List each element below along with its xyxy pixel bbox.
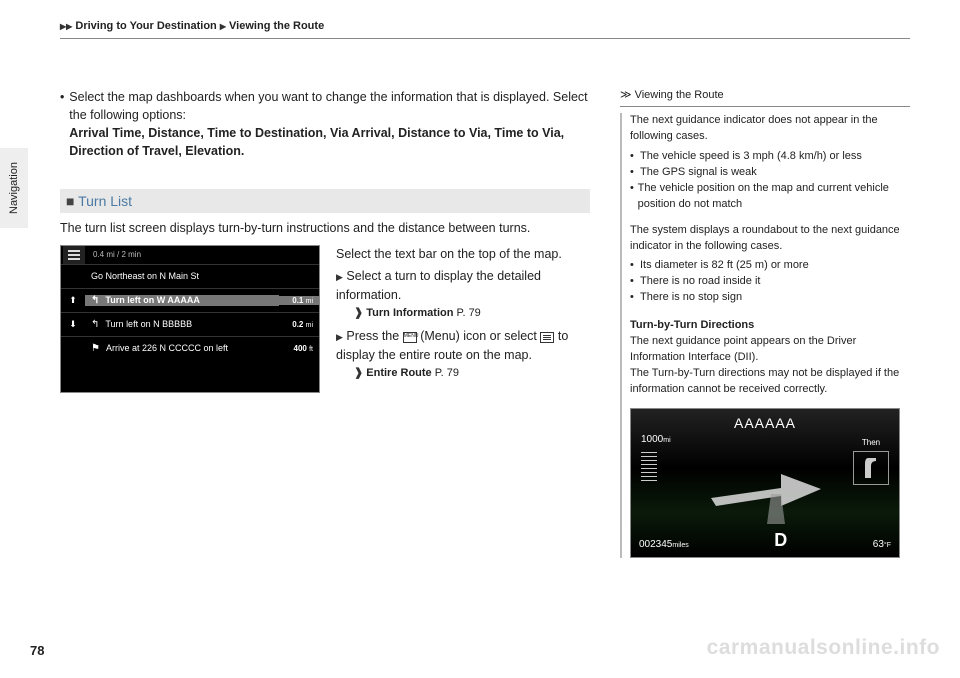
list-inline-icon xyxy=(540,332,554,343)
dii-title: AAAAAA xyxy=(631,413,899,433)
up-arrow-icon: ⬆ xyxy=(61,295,85,306)
step-arrow-icon: ▶ xyxy=(336,332,343,342)
turn-list-timing: 0.4 mi / 2 min xyxy=(93,250,141,259)
breadcrumb-arrow-icon: ▶ xyxy=(220,22,226,31)
sidebar-c1: Its diameter is 82 ft (25 m) or more xyxy=(640,258,809,274)
sidebar-title: Viewing the Route xyxy=(635,89,724,101)
turn-list-row-3-distance: 0.2 mi xyxy=(279,320,319,329)
turn-list-row-4: ⚑ Arrive at 226 N CCCCC on left xyxy=(85,343,279,354)
sidebar-heading-marker-icon: ≫ xyxy=(620,89,632,101)
breadcrumb-item-2: Viewing the Route xyxy=(229,20,324,32)
dii-odometer: 002345miles xyxy=(639,538,689,553)
sidebar-bullet-2: The GPS signal is weak xyxy=(640,165,757,181)
bullet-icon: • xyxy=(630,274,640,290)
sidebar-bullet-3: The vehicle position on the map and curr… xyxy=(638,181,910,213)
menu-inline-icon: MENU xyxy=(403,332,417,343)
sidebar-p2: The system displays a roundabout to the … xyxy=(630,223,910,255)
instruction-select-turn: Select a turn to display the detailed in… xyxy=(336,269,541,302)
step-arrow-icon: ▶ xyxy=(336,272,343,282)
dii-turn-arrow-icon xyxy=(711,454,831,524)
sidebar-bullet-1: The vehicle speed is 3 mph (4.8 km/h) or… xyxy=(640,149,862,165)
side-tab-navigation: Navigation xyxy=(0,148,28,228)
turn-list-row-2: ↰ Turn left on W AAAAA xyxy=(85,295,279,306)
turn-list-intro: The turn list screen displays turn-by-tu… xyxy=(60,219,590,237)
destination-icon: ⚑ xyxy=(91,343,100,354)
dii-gear: D xyxy=(774,527,787,553)
section-marker-icon: ■ xyxy=(66,193,74,209)
turn-list-row-4-distance: 400 ft xyxy=(279,344,319,353)
watermark: carmanualsonline.info xyxy=(707,636,940,660)
dii-temperature: 63°F xyxy=(873,538,891,553)
turn-list-row-1: Go Northeast on N Main St xyxy=(85,271,279,281)
dii-then-box: Then xyxy=(853,437,889,485)
turn-left-icon: ↰ xyxy=(91,319,99,330)
link-arrow-icon: ❱ xyxy=(354,367,363,379)
ref-entire-route: Entire Route xyxy=(366,367,431,379)
turn-left-icon: ↰ xyxy=(91,295,99,306)
instruction-press-menu-a: Press the xyxy=(346,329,399,343)
instruction-press-menu-b: (Menu) icon or select xyxy=(420,329,537,343)
down-arrow-icon: ⬇ xyxy=(61,319,85,330)
bullet-icon: • xyxy=(60,88,69,161)
bullet-icon: • xyxy=(630,290,640,306)
bullet-icon: • xyxy=(630,258,640,274)
ref-turn-information: Turn Information xyxy=(366,307,453,319)
bullet-icon: • xyxy=(630,165,640,181)
sidebar-subheading: Turn-by-Turn Directions xyxy=(630,318,910,334)
dashboard-instruction: Select the map dashboards when you want … xyxy=(69,90,587,122)
turn-list-screenshot: 0.4 mi / 2 min Go Northeast on N Main St… xyxy=(60,245,320,393)
bullet-icon: • xyxy=(630,149,640,165)
breadcrumb: ▶▶ Driving to Your Destination ▶ Viewing… xyxy=(60,20,910,39)
link-arrow-icon: ❱ xyxy=(354,307,363,319)
sidebar-p3: The next guidance point appears on the D… xyxy=(630,334,910,366)
dii-then-arrow-icon xyxy=(853,451,889,485)
section-heading-turn-list: ■ Turn List xyxy=(60,189,590,213)
section-title: Turn List xyxy=(78,193,132,209)
sidebar-heading: ≫ Viewing the Route xyxy=(620,88,910,107)
sidebar-p4: The Turn-by-Turn directions may not be d… xyxy=(630,366,910,398)
ref-entire-route-page: P. 79 xyxy=(435,367,459,379)
sidebar-c2: There is no road inside it xyxy=(640,274,760,290)
breadcrumb-arrow-icon: ▶▶ xyxy=(60,22,72,31)
dashboard-options: Arrival Time, Distance, Time to Destinat… xyxy=(69,126,564,158)
bullet-icon: • xyxy=(630,181,638,213)
turn-list-row-3: ↰ Turn left on N BBBBB xyxy=(85,319,279,330)
breadcrumb-item-1: Driving to Your Destination xyxy=(75,20,216,32)
ref-turn-information-page: P. 79 xyxy=(457,307,481,319)
page-number: 78 xyxy=(30,643,44,658)
dii-distance-gauge: 1000mi xyxy=(641,433,671,482)
menu-icon xyxy=(63,246,85,264)
sidebar-c3: There is no stop sign xyxy=(640,290,742,306)
sidebar-intro: The next guidance indicator does not app… xyxy=(630,113,910,145)
dii-screenshot: AAAAAA 1000mi Then 002345miles D xyxy=(630,408,900,558)
instruction-select-text-bar: Select the text bar on the top of the ma… xyxy=(336,245,590,264)
turn-list-row-2-distance: 0.1 mi xyxy=(279,296,319,305)
